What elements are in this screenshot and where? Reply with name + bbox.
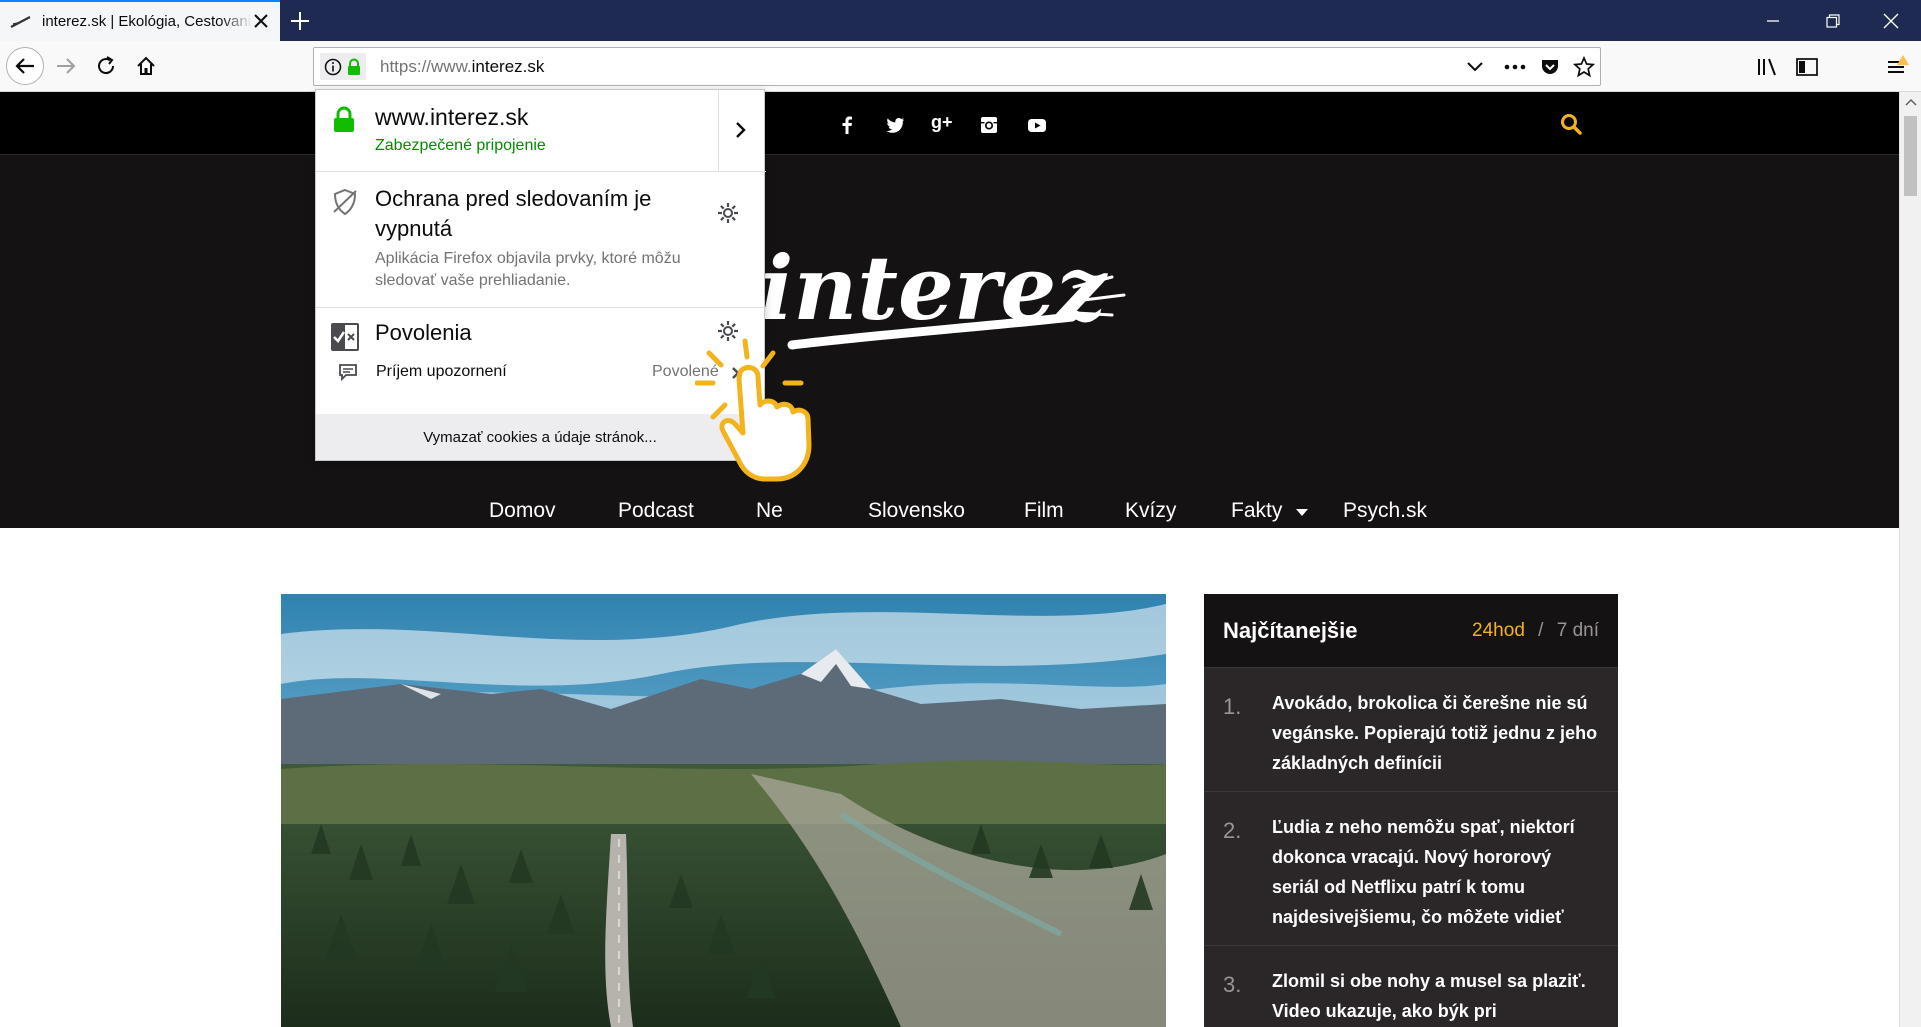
info-icon <box>324 58 342 75</box>
nav-item-ne[interactable]: Ne <box>756 499 783 523</box>
back-button[interactable] <box>6 47 44 85</box>
restore-button[interactable] <box>1803 0 1863 41</box>
library-icon <box>1758 58 1776 76</box>
pocket-icon <box>1542 60 1558 74</box>
nav-item-slovensko[interactable]: Slovensko <box>868 499 965 523</box>
divider <box>718 90 719 172</box>
reload-button[interactable] <box>87 47 125 85</box>
home-button[interactable] <box>127 47 165 85</box>
instagram-icon[interactable] <box>978 114 1000 136</box>
more-dots-icon <box>1504 64 1526 70</box>
tracking-shield-icon <box>333 188 357 216</box>
bookmark-star-button[interactable] <box>1571 55 1597 79</box>
facebook-icon[interactable] <box>836 114 858 136</box>
tracking-title: Ochrana pred sledovaním je vypnutá <box>375 186 652 241</box>
close-window-icon <box>1883 13 1899 28</box>
page-actions-button[interactable] <box>1502 56 1528 78</box>
restore-icon <box>1826 13 1840 28</box>
google-plus-icon[interactable]: g+ <box>931 112 959 134</box>
list-item[interactable]: 3. Zlomil si obe nohy a musel sa plaziť.… <box>1204 946 1618 1027</box>
popup-host: www.interez.sk <box>375 104 529 130</box>
item-number: 2. <box>1223 818 1242 843</box>
menu-button[interactable] <box>1882 53 1912 81</box>
most-read-widget: Najčítanejšie 24hod / 7 dní 1. Avokádo, … <box>1204 594 1618 1027</box>
most-read-tabs: 24hod / 7 dní <box>1472 620 1599 642</box>
star-icon <box>1573 56 1595 78</box>
nav-item-film[interactable]: Film <box>1024 499 1064 523</box>
nav-item-psych[interactable]: Psych.sk <box>1343 499 1427 523</box>
library-button[interactable] <box>1754 55 1780 79</box>
url-dropdown-button[interactable] <box>1464 56 1486 78</box>
nav-item-domov[interactable]: Domov <box>489 499 556 523</box>
browser-tab[interactable]: interez.sk | Ekológia, Cestovanie <box>0 0 280 41</box>
sidebar-icon <box>1796 58 1818 76</box>
fakty-caret-icon <box>1296 509 1308 516</box>
minimize-icon <box>1767 19 1779 22</box>
new-tab-icon[interactable] <box>288 9 312 33</box>
most-read-header: Najčítanejšie 24hod / 7 dní <box>1204 594 1618 668</box>
nav-item-kvizy[interactable]: Kvízy <box>1125 499 1176 523</box>
permissions-icon <box>331 323 359 351</box>
tab-title: interez.sk | Ekológia, Cestovanie <box>42 13 252 30</box>
close-tab-icon[interactable] <box>252 12 270 30</box>
hamburger-menu-icon <box>1888 55 1909 73</box>
most-read-title: Najčítanejšie <box>1223 618 1358 643</box>
youtube-icon[interactable] <box>1026 114 1048 136</box>
web-page: g+ interez Domov Podcast Ne Slovensko Fi… <box>0 92 1899 1027</box>
tab-7-days[interactable]: 7 dní <box>1557 620 1599 641</box>
address-bar[interactable]: https://www.interez.sk <box>313 47 1601 86</box>
nav-item-fakty[interactable]: Fakty <box>1231 499 1282 523</box>
svg-text:interez: interez <box>760 236 1108 340</box>
lock-icon <box>348 58 360 75</box>
site-favicon-icon <box>10 15 31 28</box>
tab-separator: / <box>1538 620 1544 641</box>
featured-article-image[interactable] <box>281 594 1166 1027</box>
item-title[interactable]: Avokádo, brokolica či čerešne nie sú veg… <box>1272 688 1602 778</box>
item-title[interactable]: Ľudia z neho nemôžu spať, niektorí dokon… <box>1272 812 1602 932</box>
twitter-icon[interactable] <box>884 114 906 136</box>
forward-button[interactable] <box>47 47 85 85</box>
site-identity-button[interactable] <box>320 53 366 80</box>
item-title[interactable]: Zlomil si obe nohy a musel sa plaziť. Vi… <box>1272 966 1602 1026</box>
gear-icon[interactable] <box>717 202 739 224</box>
chevron-down-icon <box>1467 62 1483 72</box>
sidebar-button[interactable] <box>1794 55 1820 79</box>
tracking-protection-section: Ochrana pred sledovaním je vypnutá Apliká… <box>316 172 766 308</box>
secure-connection-label: Zabezpečené pripojenie <box>375 137 546 154</box>
tracking-description: Aplikácia Firefox objavila prvky, ktoré … <box>375 250 681 289</box>
navigation-toolbar: https://www.interez.sk <box>0 41 1921 92</box>
scroll-up-icon[interactable] <box>1905 98 1917 106</box>
scroll-thumb[interactable] <box>1904 116 1917 196</box>
site-top-bar: g+ <box>0 92 1899 155</box>
close-window-button[interactable] <box>1861 0 1921 41</box>
minimize-button[interactable] <box>1743 0 1803 41</box>
permissions-title: Povolenia <box>375 320 472 345</box>
tab-24h[interactable]: 24hod <box>1472 620 1525 641</box>
title-bar: interez.sk | Ekológia, Cestovanie <box>0 0 1921 41</box>
permission-name: Príjem upozornení <box>376 363 507 380</box>
item-number: 1. <box>1223 694 1242 719</box>
item-number: 3. <box>1223 972 1242 997</box>
chevron-right-icon[interactable] <box>735 121 747 139</box>
secure-lock-icon <box>334 106 354 132</box>
reload-icon <box>98 56 115 75</box>
page-scrollbar[interactable] <box>1899 92 1921 1027</box>
search-icon[interactable] <box>1560 113 1582 135</box>
nav-item-podcast[interactable]: Podcast <box>618 499 694 523</box>
landscape-photo <box>281 594 1166 1027</box>
list-item[interactable]: 1. Avokádo, brokolica či čerešne nie sú … <box>1204 668 1618 792</box>
list-item[interactable]: 2. Ľudia z neho nemôžu spať, niektorí do… <box>1204 792 1618 946</box>
back-arrow-icon <box>15 58 34 74</box>
tap-hint-hand-icon <box>695 338 812 482</box>
home-icon <box>137 56 155 75</box>
url-text: https://www.interez.sk <box>380 57 545 76</box>
site-header: interez Domov Podcast Ne Slovensko Film … <box>0 155 1899 528</box>
notification-icon <box>339 364 357 381</box>
main-navigation: Domov Podcast Ne Slovensko Film Kvízy Fa… <box>0 499 1899 531</box>
connection-section[interactable]: www.interez.sk Zabezpečené pripojenie <box>316 90 766 172</box>
pocket-button[interactable] <box>1537 56 1563 78</box>
forward-arrow-icon <box>57 58 76 74</box>
